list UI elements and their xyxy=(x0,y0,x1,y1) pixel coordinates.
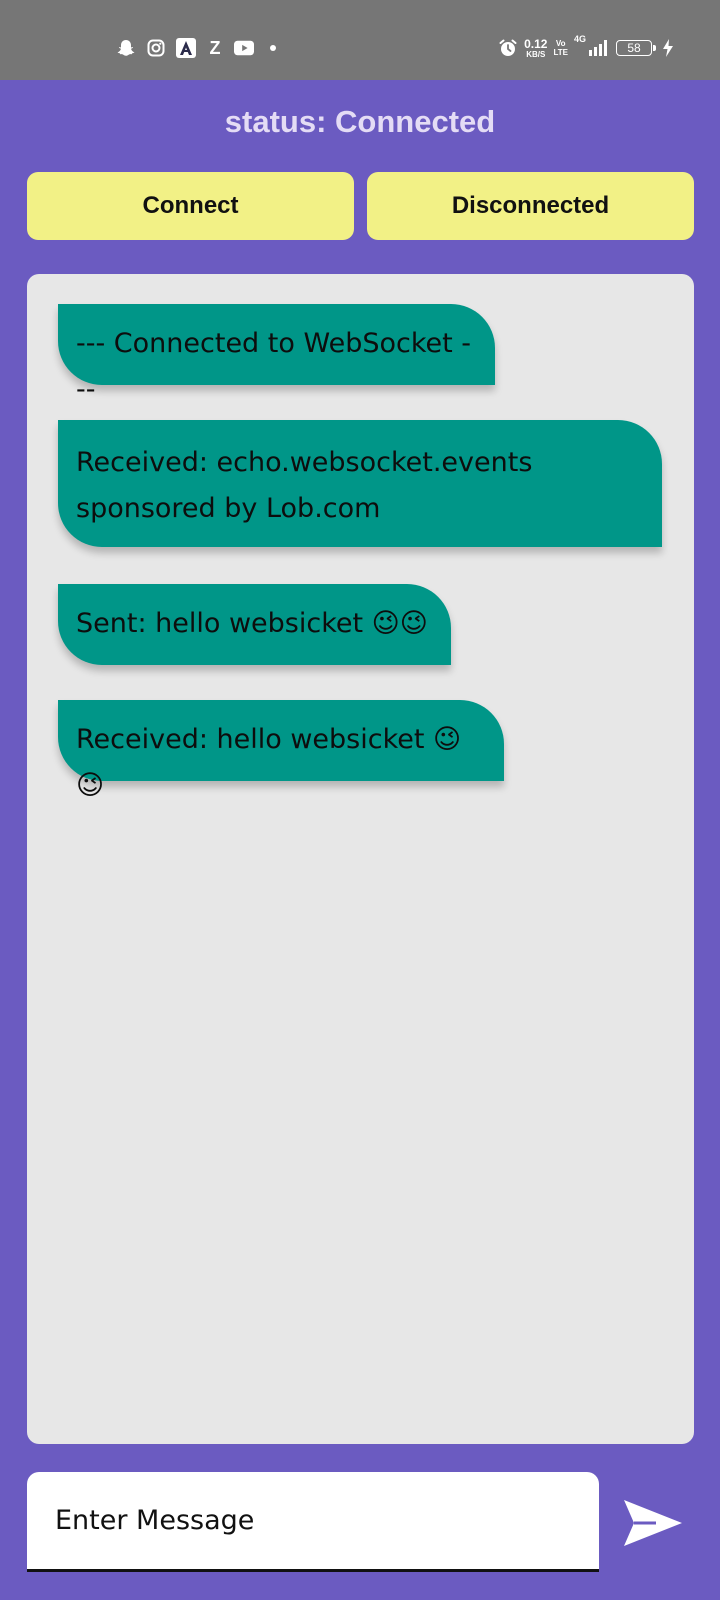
disconnect-button[interactable]: Disconnected xyxy=(367,172,694,240)
message-text: Sent: hello websicket 😉😉 xyxy=(76,608,428,639)
message-bubble: Received: hello websicket 😉😉 xyxy=(58,700,504,801)
message-input-container xyxy=(27,1472,599,1572)
charging-icon xyxy=(662,38,674,58)
messages-panel[interactable]: --- Connected to WebSocket --- Received:… xyxy=(27,274,694,1444)
message-input[interactable] xyxy=(27,1472,599,1569)
network-speed: 0.12 KB/S xyxy=(524,38,547,59)
send-button[interactable] xyxy=(620,1494,686,1552)
network-type: 4G xyxy=(573,34,586,44)
snapchat-icon xyxy=(116,38,136,58)
connect-button[interactable]: Connect xyxy=(27,172,354,240)
battery-icon: 58 xyxy=(616,40,656,56)
message-text: Received: hello websicket 😉😉 xyxy=(76,724,462,801)
status-bar: Z 0.12 KB/S Vo LTE 4G 58 xyxy=(0,0,720,80)
battery-level: 58 xyxy=(627,41,641,55)
network-speed-unit: KB/S xyxy=(526,49,546,59)
volte-bottom: LTE xyxy=(553,48,568,57)
arc-app-icon xyxy=(176,38,196,58)
volte-top: Vo xyxy=(555,39,566,48)
message-text: --- Connected to WebSocket --- xyxy=(76,328,472,405)
network-speed-value: 0.12 xyxy=(524,36,548,51)
system-icons: 0.12 KB/S Vo LTE 4G 58 xyxy=(498,34,674,62)
youtube-icon xyxy=(234,38,254,58)
message-bubble: --- Connected to WebSocket --- xyxy=(58,304,495,405)
alarm-icon xyxy=(498,38,518,58)
message-bubble: Sent: hello websicket 😉😉 xyxy=(58,584,451,665)
notification-icons: Z xyxy=(116,36,276,60)
instagram-icon xyxy=(146,38,166,58)
message-text: Received: echo.websocket.events sponsore… xyxy=(76,447,533,524)
signal-icon xyxy=(588,38,610,58)
connection-status-title: status: Connected xyxy=(224,104,496,139)
z-app-icon: Z xyxy=(209,37,221,58)
volte-indicator: Vo LTE xyxy=(553,39,568,57)
notification-dot xyxy=(270,45,276,51)
message-bubble: Received: echo.websocket.events sponsore… xyxy=(58,420,662,547)
send-icon xyxy=(624,1500,682,1546)
